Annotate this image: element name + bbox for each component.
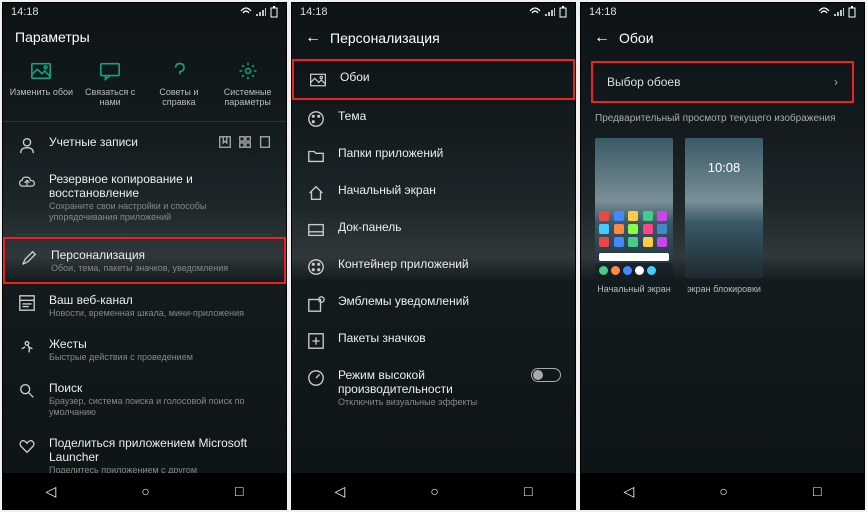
page-title: Персонализация bbox=[330, 30, 440, 46]
back-button[interactable]: ← bbox=[593, 29, 611, 47]
signal-icon bbox=[545, 7, 555, 17]
battery-icon bbox=[848, 6, 856, 18]
folder-icon bbox=[307, 147, 325, 165]
screen-wallpaper: 14:18 ← Обои Выбор обоев › Предварительн… bbox=[580, 2, 865, 510]
back-button[interactable]: ← bbox=[304, 29, 322, 47]
wifi-icon bbox=[818, 7, 830, 17]
quick-change-wallpaper[interactable]: Изменить обои bbox=[9, 61, 73, 107]
brush-icon bbox=[20, 249, 38, 267]
screen-settings: 14:18 Параметры Изменить обои Связаться … bbox=[2, 2, 287, 510]
item-app-drawer[interactable]: Контейнер приложений bbox=[292, 248, 575, 285]
search-icon bbox=[18, 382, 36, 400]
nav-home[interactable]: ○ bbox=[430, 483, 438, 499]
page-header: ← Персонализация bbox=[292, 21, 575, 55]
preview-home[interactable] bbox=[595, 138, 673, 278]
item-home-screen[interactable]: Начальный экран bbox=[292, 174, 575, 211]
office-icon[interactable] bbox=[258, 135, 272, 149]
image-icon bbox=[30, 61, 52, 81]
preview-section-label: Предварительный просмотр текущего изобра… bbox=[581, 109, 864, 130]
image-icon bbox=[309, 71, 327, 89]
windows-icon[interactable] bbox=[238, 135, 252, 149]
grid-icon bbox=[307, 258, 325, 276]
wifi-icon bbox=[529, 7, 541, 17]
item-wallpaper[interactable]: Обои bbox=[292, 59, 575, 100]
item-badges[interactable]: Эмблемы уведомлений bbox=[292, 285, 575, 322]
page-title: Параметры bbox=[3, 21, 286, 53]
palette-icon bbox=[307, 110, 325, 128]
status-bar: 14:18 bbox=[292, 3, 575, 21]
badge-icon bbox=[307, 295, 325, 313]
nav-back[interactable]: ◁ bbox=[46, 483, 57, 500]
item-backup[interactable]: Резервное копирование и восстановлениеСо… bbox=[3, 163, 286, 232]
chat-icon bbox=[99, 61, 121, 81]
speed-icon bbox=[307, 369, 325, 387]
performance-toggle[interactable] bbox=[531, 368, 561, 382]
item-search[interactable]: ПоискБраузер, система поиска и голосовой… bbox=[3, 372, 286, 427]
nav-back[interactable]: ◁ bbox=[335, 483, 346, 500]
item-share[interactable]: Поделиться приложением Microsoft Launche… bbox=[3, 427, 286, 473]
wifi-icon bbox=[240, 7, 252, 17]
status-time: 14:18 bbox=[589, 6, 617, 18]
nav-home[interactable]: ○ bbox=[719, 483, 727, 499]
bookmark-icon[interactable] bbox=[218, 135, 232, 149]
status-bar: 14:18 bbox=[3, 3, 286, 21]
item-gestures[interactable]: ЖестыБыстрые действия с проведением bbox=[3, 328, 286, 372]
settings-list: Учетные записи Резервное копирование и в… bbox=[3, 122, 286, 473]
quick-help[interactable]: Советы и справка bbox=[147, 61, 211, 107]
person-icon bbox=[18, 136, 36, 154]
gesture-icon bbox=[18, 338, 36, 356]
nav-bar: ◁ ○ □ bbox=[581, 473, 864, 509]
page-title: Обои bbox=[619, 30, 654, 46]
feed-icon bbox=[18, 294, 36, 312]
chevron-right-icon: › bbox=[834, 75, 838, 89]
battery-icon bbox=[559, 6, 567, 18]
quick-system-settings[interactable]: Системные параметры bbox=[216, 61, 280, 107]
quick-contact[interactable]: Связаться с нами bbox=[78, 61, 142, 107]
battery-icon bbox=[270, 6, 278, 18]
nav-bar: ◁ ○ □ bbox=[3, 473, 286, 509]
preview-lock-label: экран блокировки bbox=[687, 284, 761, 294]
item-dock[interactable]: Док-панель bbox=[292, 211, 575, 248]
nav-back[interactable]: ◁ bbox=[624, 483, 635, 500]
gear-icon bbox=[237, 61, 259, 81]
quick-actions: Изменить обои Связаться с нами Советы и … bbox=[3, 53, 286, 122]
nav-recent[interactable]: □ bbox=[813, 483, 821, 499]
heart-icon bbox=[18, 437, 36, 455]
item-icon-packs[interactable]: Пакеты значков bbox=[292, 322, 575, 359]
item-personalization[interactable]: ПерсонализацияОбои, тема, пакеты значков… bbox=[3, 237, 286, 285]
dock-icon bbox=[307, 221, 325, 239]
icons-icon bbox=[307, 332, 325, 350]
signal-icon bbox=[834, 7, 844, 17]
nav-recent[interactable]: □ bbox=[524, 483, 532, 499]
nav-home[interactable]: ○ bbox=[141, 483, 149, 499]
wallpaper-selector[interactable]: Выбор обоев › bbox=[591, 61, 854, 103]
item-theme[interactable]: Тема bbox=[292, 100, 575, 137]
status-time: 14:18 bbox=[11, 6, 39, 18]
screen-personalization: 14:18 ← Персонализация Обои Тема Папки п… bbox=[291, 2, 576, 510]
item-feed[interactable]: Ваш веб-каналНовости, временная шкала, м… bbox=[3, 284, 286, 328]
personalization-list: Обои Тема Папки приложений Начальный экр… bbox=[292, 55, 575, 473]
wallpaper-previews: Начальный экран 10:08 экран блокировки bbox=[581, 130, 864, 302]
question-icon bbox=[168, 61, 190, 81]
item-performance[interactable]: Режим высокой производительностиОтключит… bbox=[292, 359, 575, 417]
preview-lock[interactable]: 10:08 bbox=[685, 138, 763, 278]
nav-bar: ◁ ○ □ bbox=[292, 473, 575, 509]
cloud-icon bbox=[18, 173, 36, 191]
signal-icon bbox=[256, 7, 266, 17]
home-icon bbox=[307, 184, 325, 202]
status-bar: 14:18 bbox=[581, 3, 864, 21]
item-accounts[interactable]: Учетные записи bbox=[3, 126, 286, 163]
preview-home-label: Начальный экран bbox=[597, 284, 670, 294]
lock-clock: 10:08 bbox=[708, 160, 741, 175]
status-time: 14:18 bbox=[300, 6, 328, 18]
item-app-folders[interactable]: Папки приложений bbox=[292, 137, 575, 174]
page-header: ← Обои bbox=[581, 21, 864, 55]
nav-recent[interactable]: □ bbox=[235, 483, 243, 499]
